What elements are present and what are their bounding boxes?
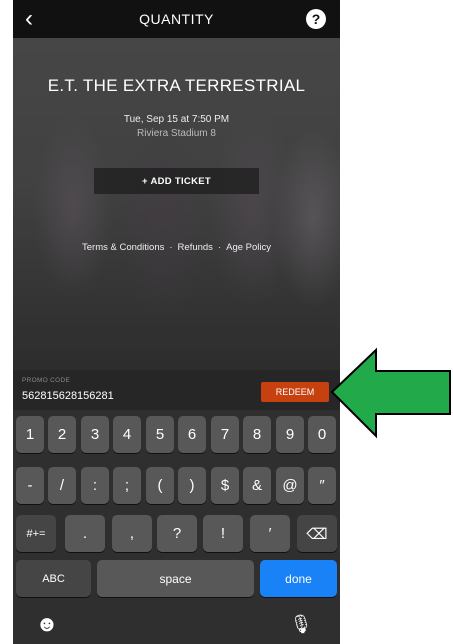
- movie-backdrop: E.T. THE EXTRA TERRESTRIAL Tue, Sep 15 a…: [13, 38, 340, 370]
- key-close-paren[interactable]: ): [178, 467, 206, 504]
- showtime: Tue, Sep 15 at 7:50 PM: [123, 114, 230, 125]
- key-5[interactable]: 5: [146, 416, 174, 453]
- promo-code-bar: PROMO CODE 562815628156281 REDEEM: [13, 370, 340, 410]
- phone-screen: ‹ QUANTITY ? E.T. THE EXTRA TERRESTRIAL …: [13, 0, 340, 644]
- help-icon[interactable]: ?: [306, 9, 326, 29]
- separator-dot: ·: [169, 242, 173, 253]
- key-slash[interactable]: /: [48, 467, 76, 504]
- key-6[interactable]: 6: [178, 416, 206, 453]
- key-colon[interactable]: :: [81, 467, 109, 504]
- key-quote[interactable]: ″: [308, 467, 336, 504]
- key-4[interactable]: 4: [113, 416, 141, 453]
- age-policy-link[interactable]: Age Policy: [226, 242, 271, 253]
- terms-link[interactable]: Terms & Conditions: [82, 242, 164, 253]
- refunds-link[interactable]: Refunds: [178, 242, 213, 253]
- key-at[interactable]: @: [276, 467, 304, 504]
- done-button[interactable]: done: [260, 560, 337, 597]
- emoji-icon[interactable]: ☻: [33, 610, 61, 638]
- back-icon[interactable]: ‹: [25, 7, 45, 31]
- delete-icon[interactable]: ⌫: [297, 515, 337, 552]
- key-semicolon[interactable]: ;: [113, 467, 141, 504]
- add-ticket-button[interactable]: + ADD TICKET: [94, 168, 259, 194]
- promo-code-label: PROMO CODE: [22, 377, 71, 384]
- key-1[interactable]: 1: [16, 416, 44, 453]
- green-arrow-annotation: [330, 347, 451, 439]
- key-2[interactable]: 2: [48, 416, 76, 453]
- key-hyphen[interactable]: -: [16, 467, 44, 504]
- key-question[interactable]: ?: [157, 515, 197, 552]
- redeem-button[interactable]: REDEEM: [261, 382, 329, 402]
- promo-code-input[interactable]: 562815628156281: [22, 390, 114, 402]
- key-symbols-mode[interactable]: #+=: [16, 515, 56, 552]
- separator-dot: ·: [217, 242, 222, 253]
- header-bar: ‹ QUANTITY ?: [13, 0, 340, 38]
- key-comma[interactable]: ,: [112, 515, 152, 552]
- page-title: QUANTITY: [139, 11, 214, 27]
- key-apostrophe[interactable]: ′: [250, 515, 290, 552]
- key-8[interactable]: 8: [243, 416, 271, 453]
- policy-links: Terms & Conditions · Refunds · Age Policy: [13, 242, 340, 253]
- numeric-keyboard: 1 2 3 4 5 6 7 8 9 0 - / : ; ( ) $ & @ ″ …: [13, 410, 340, 644]
- key-abc[interactable]: ABC: [16, 560, 91, 597]
- key-9[interactable]: 9: [276, 416, 304, 453]
- microphone-icon[interactable]: 🎙: [287, 610, 315, 638]
- key-space[interactable]: space: [97, 560, 254, 597]
- key-exclamation[interactable]: !: [203, 515, 243, 552]
- theater-name: Riviera Stadium 8: [137, 128, 216, 139]
- key-ampersand[interactable]: &: [243, 467, 271, 504]
- key-open-paren[interactable]: (: [146, 467, 174, 504]
- key-period[interactable]: .: [65, 515, 105, 552]
- key-3[interactable]: 3: [81, 416, 109, 453]
- movie-title: E.T. THE EXTRA TERRESTRIAL: [47, 76, 306, 95]
- key-7[interactable]: 7: [211, 416, 239, 453]
- key-dollar[interactable]: $: [211, 467, 239, 504]
